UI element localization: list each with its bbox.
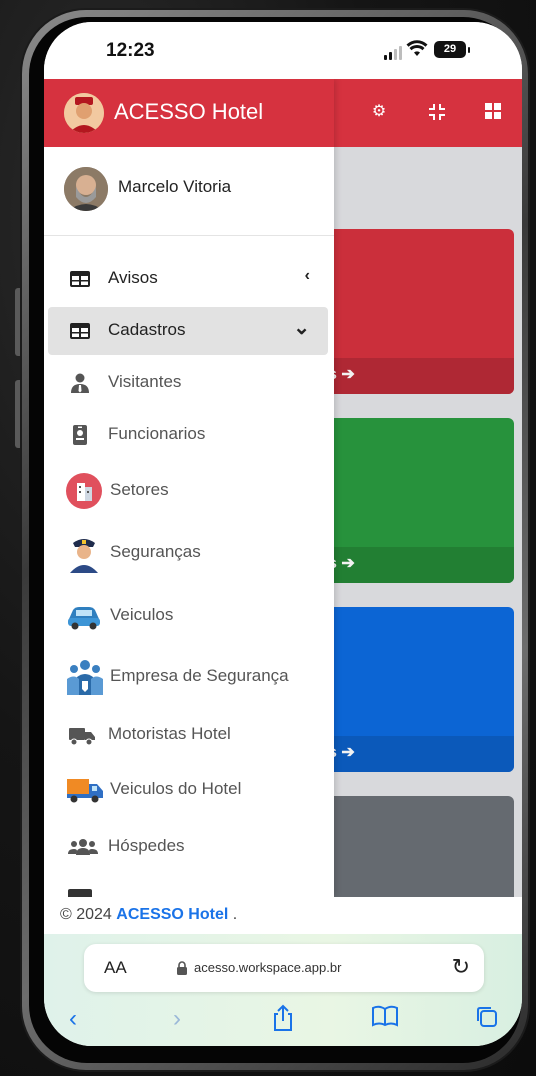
sidebar-item-motoristas-hotel[interactable]: Motoristas Hotel bbox=[48, 711, 328, 759]
lock-icon bbox=[177, 961, 187, 975]
grid-icon[interactable] bbox=[482, 101, 504, 123]
sidebar-item-label: Hóspedes bbox=[108, 836, 185, 855]
reload-icon[interactable]: ↻ bbox=[452, 954, 470, 980]
copyright-text: © 2024 bbox=[60, 906, 117, 923]
back-icon[interactable]: ‹ bbox=[58, 1004, 88, 1034]
sidebar-item-veiculos-do-hotel[interactable]: Veiculos do Hotel bbox=[48, 763, 328, 817]
id-badge-icon bbox=[73, 425, 87, 445]
tabs-icon[interactable] bbox=[472, 1004, 502, 1034]
sidebar-item-veiculos[interactable]: Veiculos bbox=[48, 589, 328, 643]
status-bar: 12:23 29 bbox=[44, 22, 522, 79]
truck-icon bbox=[69, 728, 95, 746]
footer-brand-link[interactable]: ACESSO Hotel bbox=[116, 906, 228, 923]
user-tie-icon bbox=[71, 373, 89, 393]
status-time: 12:23 bbox=[106, 40, 155, 61]
sidebar-item-funcionarios[interactable]: Funcionarios bbox=[48, 411, 328, 459]
wifi-icon bbox=[406, 40, 428, 56]
police-icon bbox=[70, 539, 98, 573]
signal-icon bbox=[384, 46, 402, 60]
car-icon bbox=[68, 607, 100, 630]
browser-toolbar: AA acesso.workspace.app.br ↻ ‹ › bbox=[44, 934, 522, 1046]
share-icon[interactable] bbox=[268, 1004, 298, 1034]
chevron-down-icon: ⌄ bbox=[293, 317, 310, 339]
sidebar-item-label: Seguranças bbox=[110, 542, 201, 561]
copyright-suffix: . bbox=[228, 906, 238, 923]
delivery-truck-icon bbox=[67, 779, 103, 803]
brand-title: ACESSO Hotel bbox=[114, 99, 264, 124]
avatar bbox=[64, 167, 108, 211]
compress-icon[interactable] bbox=[426, 101, 448, 123]
people-icon bbox=[67, 660, 103, 695]
sidebar-item-hospedes[interactable]: Hóspedes bbox=[48, 823, 328, 871]
sidebar-item-partial[interactable] bbox=[48, 877, 328, 897]
sidebar-item-label: Avisos bbox=[108, 268, 158, 287]
sidebar-item-avisos[interactable]: Avisos ‹ bbox=[48, 255, 328, 303]
gear-icon[interactable]: ⚙ bbox=[368, 101, 390, 123]
sidebar-item-setores[interactable]: Setores bbox=[48, 465, 328, 517]
sidebar-item-label: Motoristas Hotel bbox=[108, 724, 231, 743]
sidebar-item-label: Funcionarios bbox=[108, 424, 206, 443]
reader-mode-button[interactable]: AA bbox=[104, 958, 127, 978]
sidebar-brand[interactable]: ACESSO Hotel bbox=[44, 79, 334, 147]
sidebar-item-segurancas[interactable]: Seguranças bbox=[48, 525, 328, 581]
url-text: acesso.workspace.app.br bbox=[194, 960, 342, 975]
bookmarks-icon[interactable] bbox=[370, 1004, 400, 1034]
user-panel[interactable]: Marcelo Vitoria bbox=[44, 147, 334, 236]
sidebar-item-empresa-de-seguranca[interactable]: Empresa de Segurança bbox=[48, 649, 328, 705]
sidebar-drawer: ACESSO Hotel Marcelo Vitoria Avisos ‹ Ca… bbox=[44, 79, 334, 897]
sidebar-item-label: Empresa de Segurança bbox=[110, 666, 289, 685]
bellboy-logo-icon bbox=[64, 93, 104, 133]
sidebar-item-label: Veiculos bbox=[110, 605, 174, 624]
user-name: Marcelo Vitoria bbox=[118, 177, 232, 196]
phone-screen: 12:23 29 ⚙ s ➔ s ➔ s ➔ ACESSO Hotel Marc… bbox=[44, 22, 522, 1046]
address-bar[interactable]: AA acesso.workspace.app.br ↻ bbox=[84, 944, 484, 992]
building-icon bbox=[66, 473, 102, 509]
battery-icon: 29 bbox=[434, 41, 470, 58]
chevron-left-icon: ‹ bbox=[304, 267, 310, 284]
sidebar-item-label: Cadastros bbox=[108, 320, 186, 339]
sidebar-item-label: Setores bbox=[110, 480, 169, 499]
copyright-footer: © 2024 ACESSO Hotel . bbox=[44, 897, 522, 934]
app-content: ⚙ s ➔ s ➔ s ➔ ACESSO Hotel Marcelo Vitor… bbox=[44, 79, 522, 897]
table-icon bbox=[70, 271, 90, 287]
sidebar-item-cadastros[interactable]: Cadastros ⌄ bbox=[48, 307, 328, 355]
sidebar-item-visitantes[interactable]: Visitantes bbox=[48, 359, 328, 407]
users-icon bbox=[68, 839, 98, 855]
sidebar-item-label: Visitantes bbox=[108, 372, 182, 391]
sidebar-item-label: Veiculos do Hotel bbox=[110, 779, 242, 798]
forward-icon[interactable]: › bbox=[162, 1004, 192, 1034]
table-icon bbox=[70, 323, 90, 339]
